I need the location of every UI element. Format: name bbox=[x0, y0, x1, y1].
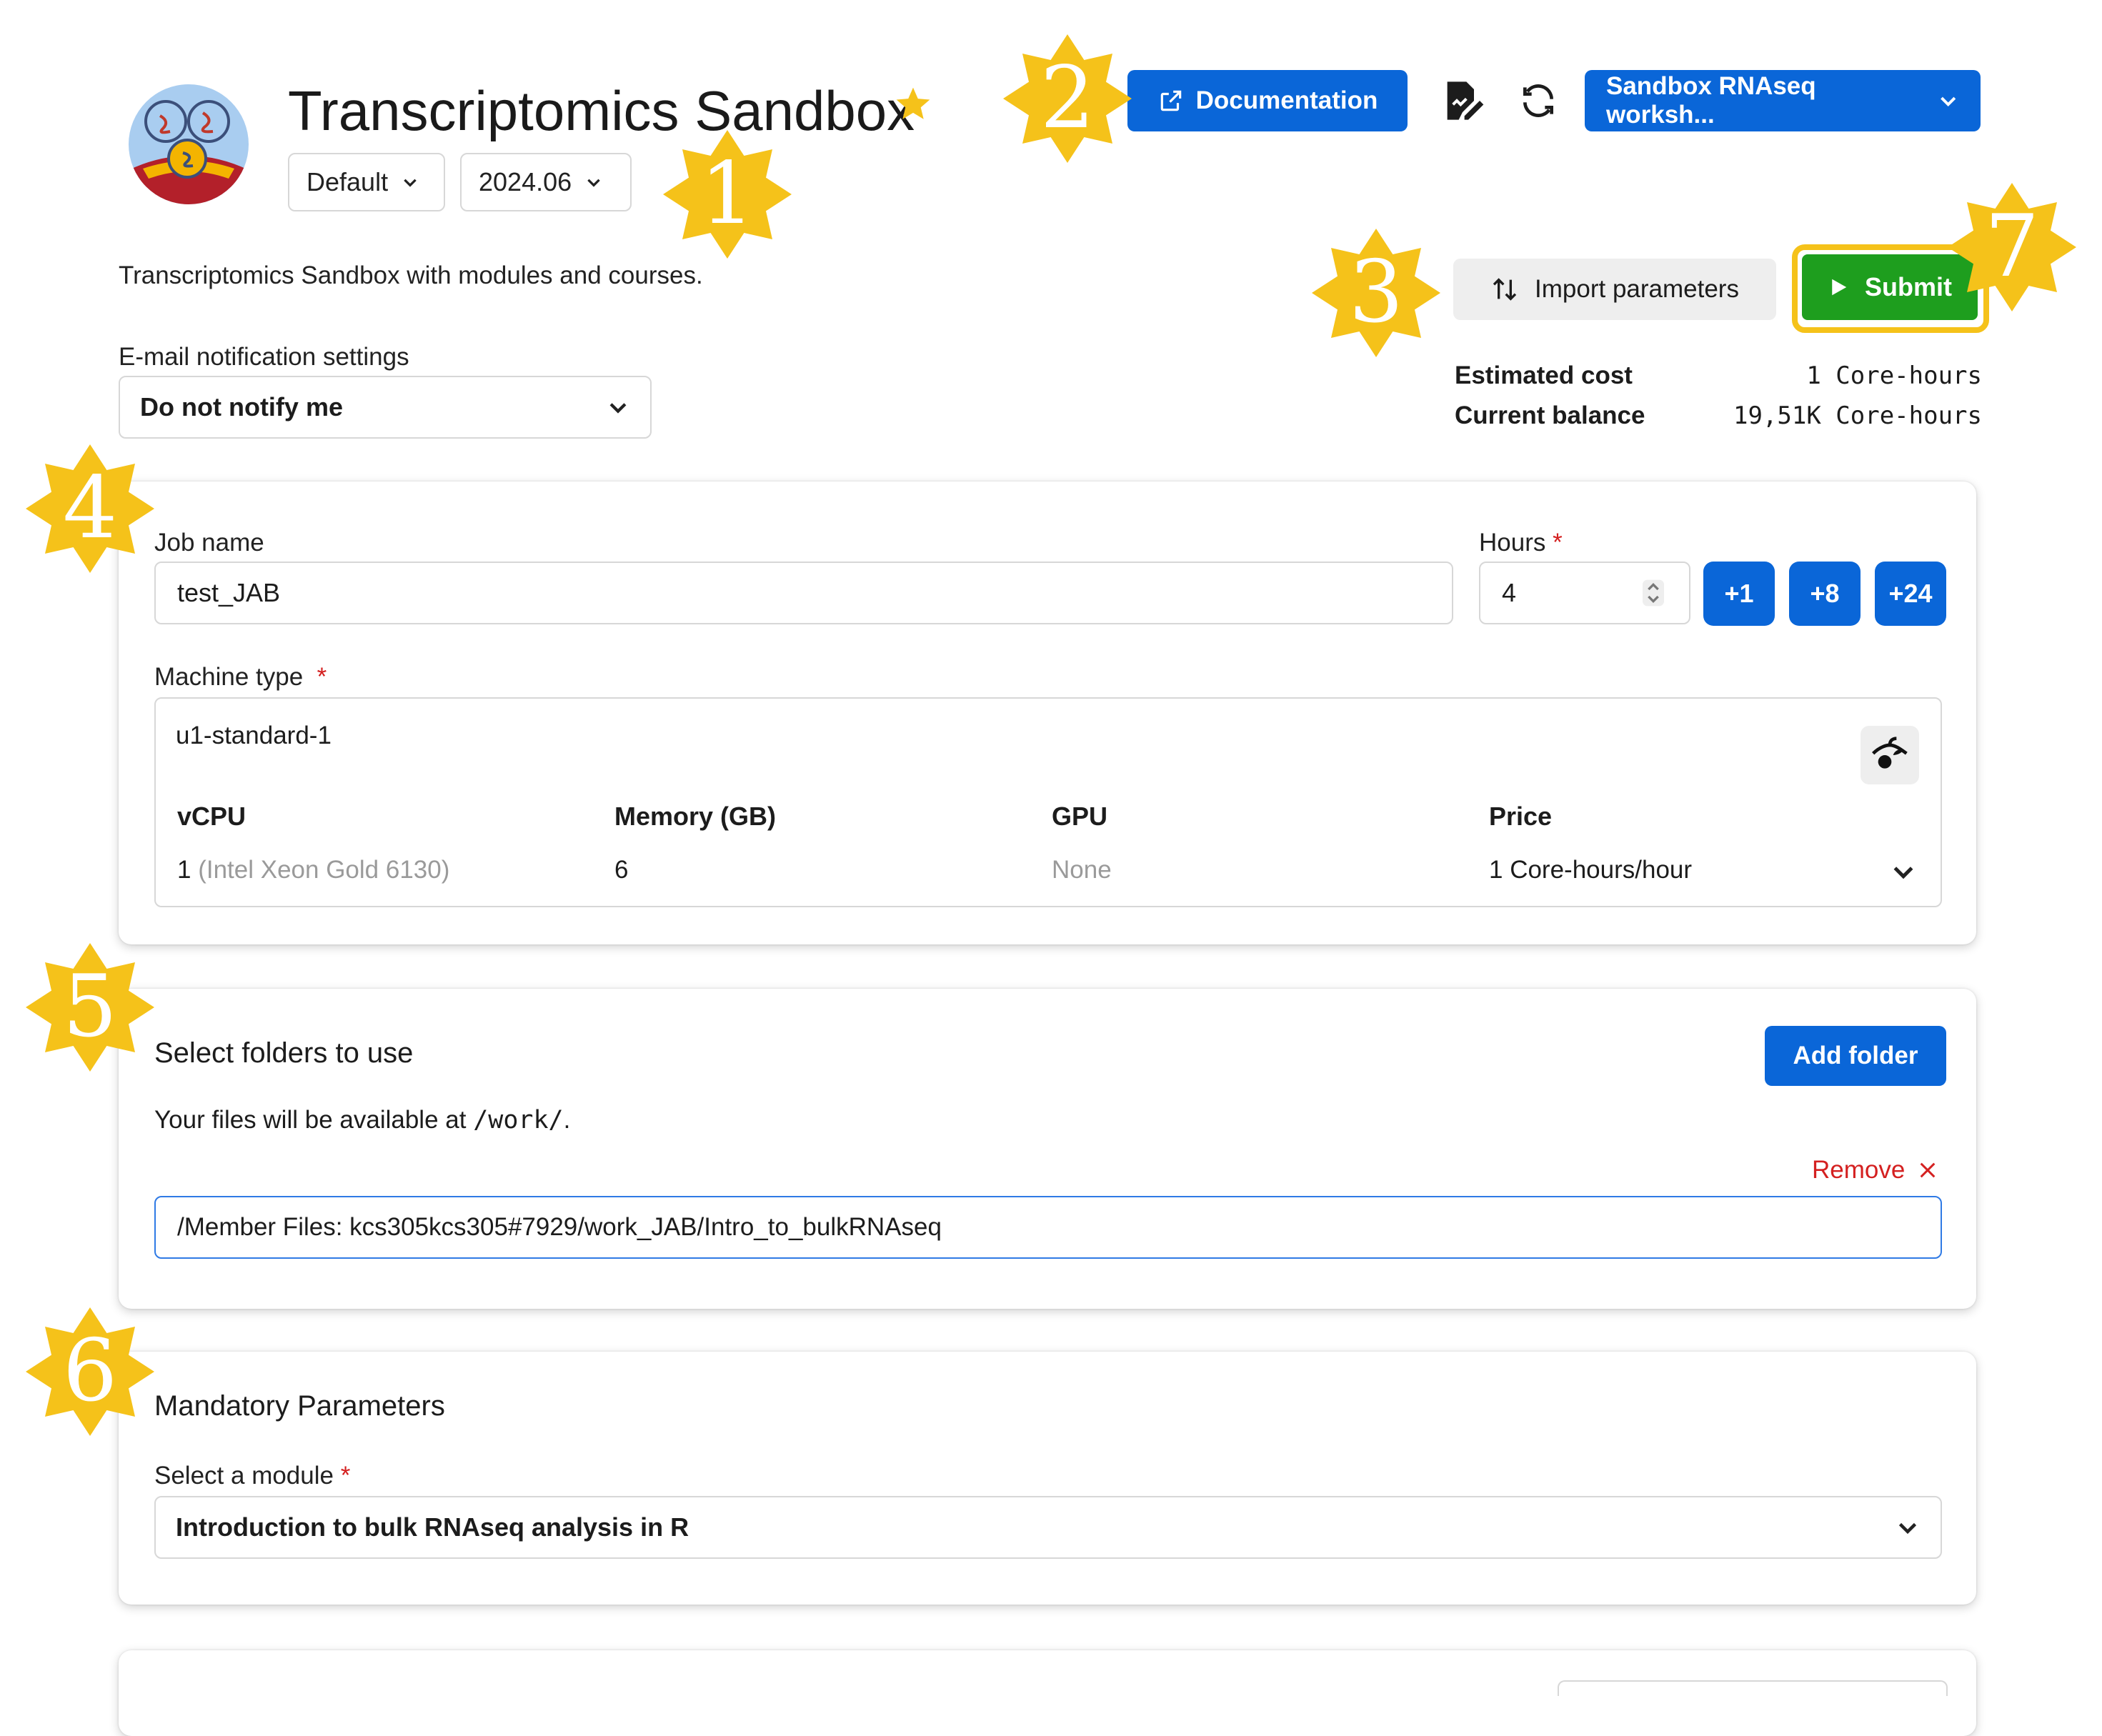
folders-info-suffix: . bbox=[563, 1106, 571, 1134]
module-select-value: Introduction to bulk RNAseq analysis in … bbox=[176, 1512, 689, 1542]
add-8-hours-button[interactable]: +8 bbox=[1789, 562, 1861, 626]
required-marker: * bbox=[317, 663, 327, 691]
annotation-number: 7 bbox=[1984, 197, 2040, 296]
notification-select[interactable]: Do not notify me bbox=[119, 376, 652, 439]
memory-value: 6 bbox=[614, 856, 629, 884]
annotation-number: 1 bbox=[699, 144, 755, 244]
submit-label: Submit bbox=[1865, 272, 1952, 301]
project-select-value: Sandbox RNAseq worksh... bbox=[1606, 72, 1816, 129]
favorite-star-icon[interactable] bbox=[893, 84, 933, 124]
annotation-badge-3: 3 bbox=[1312, 229, 1440, 357]
mandatory-title: Mandatory Parameters bbox=[154, 1390, 445, 1422]
folders-info: Your files will be available at /work/. bbox=[154, 1106, 570, 1134]
job-name-label: Job name bbox=[154, 529, 264, 557]
import-parameters-label: Import parameters bbox=[1535, 275, 1739, 303]
module-label-text: Select a module bbox=[154, 1462, 334, 1490]
annotation-number: 5 bbox=[62, 957, 118, 1057]
stepper-icon[interactable] bbox=[1639, 579, 1668, 607]
annotation-badge-4: 4 bbox=[26, 444, 154, 573]
required-marker: * bbox=[1553, 529, 1563, 557]
price-value: 1 Core-hours/hour bbox=[1489, 856, 1693, 884]
swap-arrows-icon bbox=[1493, 278, 1517, 301]
required-marker: * bbox=[340, 1462, 351, 1490]
next-card-control[interactable] bbox=[1558, 1680, 1948, 1696]
chevron-down-icon bbox=[587, 179, 600, 187]
annotation-badge-2: 2 bbox=[1003, 34, 1132, 163]
folders-info-path: /work/ bbox=[473, 1106, 564, 1134]
annotation-badge-7: 7 bbox=[1948, 183, 2076, 311]
remove-folder-button[interactable]: Remove bbox=[1812, 1156, 1938, 1184]
edit-document-icon[interactable] bbox=[1438, 76, 1488, 126]
vcpu-detail: (Intel Xeon Gold 6130) bbox=[198, 856, 450, 884]
vcpu-header: vCPU bbox=[177, 802, 246, 831]
version-select-value: 2024.06 bbox=[479, 167, 572, 196]
annotation-badge-5: 5 bbox=[26, 943, 154, 1072]
chevron-down-icon[interactable] bbox=[1889, 857, 1918, 886]
chevron-down-icon bbox=[1898, 1522, 1917, 1535]
hours-label-text: Hours bbox=[1479, 529, 1546, 557]
price-header: Price bbox=[1489, 802, 1553, 831]
folders-title: Select folders to use bbox=[154, 1037, 414, 1069]
play-icon bbox=[1832, 279, 1847, 296]
notification-select-value: Do not notify me bbox=[140, 392, 343, 421]
folder-path-input[interactable]: /Member Files: kcs305kcs305#7929/work_JA… bbox=[154, 1196, 1942, 1259]
app-title: Transcriptomics Sandbox bbox=[288, 79, 915, 142]
add-24-hours-button[interactable]: +24 bbox=[1875, 562, 1946, 626]
memory-header: Memory (GB) bbox=[614, 802, 777, 831]
folders-info-prefix: Your files will be available at bbox=[154, 1106, 474, 1134]
annotation-number: 4 bbox=[62, 459, 118, 558]
annotation-badge-6: 6 bbox=[26, 1307, 154, 1436]
folder-path-value: /Member Files: kcs305kcs305#7929/work_JA… bbox=[177, 1213, 942, 1241]
remove-label: Remove bbox=[1812, 1156, 1906, 1184]
app-description: Transcriptomics Sandbox with modules and… bbox=[119, 261, 703, 289]
close-icon bbox=[1920, 1162, 1936, 1178]
module-select[interactable]: Introduction to bulk RNAseq analysis in … bbox=[154, 1496, 1942, 1559]
add-folder-label: Add folder bbox=[1793, 1042, 1918, 1069]
chevron-down-icon bbox=[404, 179, 417, 187]
hours-label: Hours * bbox=[1479, 529, 1563, 557]
gpu-header: GPU bbox=[1052, 802, 1108, 831]
add-1-hour-button[interactable]: +1 bbox=[1703, 562, 1775, 626]
machine-type-label-text: Machine type bbox=[154, 663, 304, 691]
annotation-number: 6 bbox=[62, 1322, 118, 1421]
estimated-cost-label: Estimated cost bbox=[1455, 361, 1633, 389]
hours-value: 4 bbox=[1502, 578, 1517, 607]
job-name-input[interactable]: test_JAB bbox=[154, 562, 1453, 624]
refresh-icon[interactable] bbox=[1513, 76, 1563, 126]
vcpu-count: 1 bbox=[177, 856, 191, 884]
machine-type-value: u1-standard-1 bbox=[176, 722, 332, 749]
hours-input[interactable]: 4 bbox=[1479, 562, 1690, 624]
documentation-label: Documentation bbox=[1195, 86, 1378, 114]
external-link-icon bbox=[1160, 90, 1181, 111]
version-select[interactable]: 2024.06 bbox=[460, 153, 632, 211]
notification-label: E-mail notification settings bbox=[119, 343, 409, 371]
documentation-button[interactable]: Documentation bbox=[1127, 70, 1408, 131]
gpu-value: None bbox=[1052, 856, 1112, 884]
job-name-value: test_JAB bbox=[177, 578, 281, 607]
machine-type-label: Machine type * bbox=[154, 663, 327, 692]
estimated-cost-value: 1 Core-hours bbox=[1806, 361, 1982, 390]
import-parameters-button[interactable]: Import parameters bbox=[1453, 259, 1776, 320]
annotation-badge-1: 1 bbox=[663, 130, 792, 259]
add-folder-button[interactable]: Add folder bbox=[1765, 1026, 1946, 1086]
chevron-down-icon bbox=[609, 403, 627, 414]
annotation-number: 3 bbox=[1348, 243, 1404, 342]
module-label: Select a module * bbox=[154, 1462, 350, 1490]
eco-icon bbox=[1861, 726, 1919, 784]
current-balance-value: 19,51K Core-hours bbox=[1733, 401, 1982, 430]
project-select[interactable]: Sandbox RNAseq worksh... bbox=[1585, 70, 1981, 131]
annotation-number: 2 bbox=[1040, 49, 1095, 148]
profile-select-value: Default bbox=[307, 167, 389, 196]
chevron-down-icon bbox=[1940, 96, 1956, 107]
current-balance-label: Current balance bbox=[1455, 401, 1645, 429]
vcpu-value: 1 (Intel Xeon Gold 6130) bbox=[177, 856, 449, 884]
profile-select[interactable]: Default bbox=[288, 153, 445, 211]
app-logo bbox=[129, 84, 249, 204]
